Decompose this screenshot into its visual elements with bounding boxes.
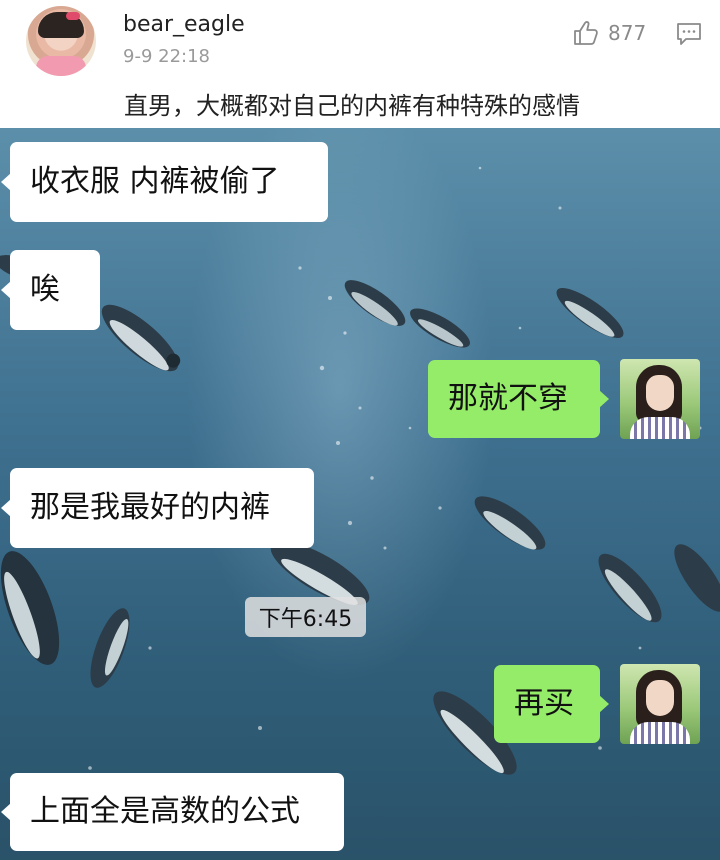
chat-message-received[interactable]: 唉 [1, 250, 100, 330]
chat-screenshot: 收衣服 内裤被偷了 唉 那就不穿 那是我最好的内裤 下午6:45 再买 上面全是… [0, 128, 720, 860]
avatar-shirt [630, 417, 690, 439]
comment-icon[interactable] [676, 22, 702, 46]
message-text: 唉 [30, 272, 60, 307]
avatar-face [646, 680, 674, 716]
like-button[interactable]: 877 [572, 20, 646, 46]
username[interactable]: bear_eagle [123, 12, 245, 37]
chat-message-received[interactable]: 收衣服 内裤被偷了 [1, 142, 328, 222]
contact-avatar[interactable] [620, 359, 700, 439]
comment-header: bear_eagle 9-9 22:18 877 直男，大概都对自己的内裤有种特… [0, 0, 720, 128]
message-text: 收衣服 内裤被偷了 [30, 164, 280, 199]
chat-message-sent[interactable]: 再买 [494, 665, 609, 743]
message-text: 那是我最好的内裤 [30, 490, 270, 525]
user-avatar[interactable] [26, 6, 96, 76]
contact-avatar[interactable] [620, 664, 700, 744]
message-text: 再买 [514, 686, 574, 721]
comment-text: 直男，大概都对自己的内裤有种特殊的感情 [124, 92, 580, 120]
like-count: 877 [608, 21, 647, 45]
chat-time-label: 下午6:45 [245, 597, 366, 637]
chat-message-received[interactable]: 那是我最好的内裤 [1, 468, 314, 548]
thumbs-up-icon [574, 21, 598, 45]
chat-message-sent[interactable]: 那就不穿 [428, 360, 609, 438]
message-text: 上面全是高数的公式 [30, 794, 300, 829]
chat-message-received[interactable]: 上面全是高数的公式 [1, 773, 344, 851]
avatar-shirt [630, 722, 690, 744]
avatar-bow [66, 12, 80, 20]
post-timestamp: 9-9 22:18 [123, 46, 210, 67]
avatar-shirt [36, 56, 86, 76]
avatar-face [646, 375, 674, 411]
message-text: 那就不穿 [448, 381, 568, 416]
